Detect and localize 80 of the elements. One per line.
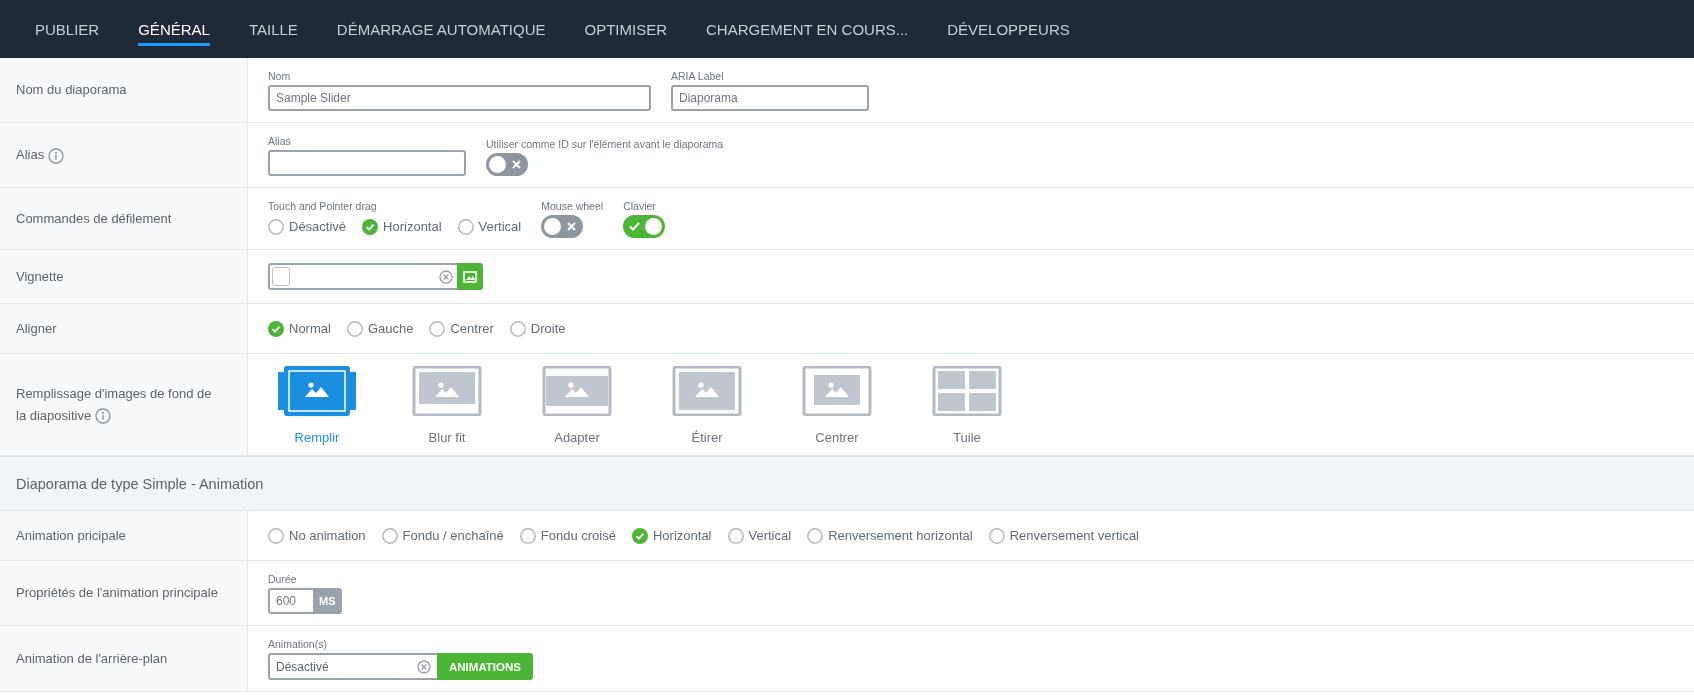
image-button[interactable] <box>457 263 483 290</box>
image-icon <box>463 270 477 283</box>
radio-circle-icon <box>457 218 474 235</box>
text-field[interactable] <box>268 150 466 176</box>
radio-option[interactable]: Horizontal <box>362 218 442 235</box>
radio-option[interactable]: Horizontal <box>631 527 712 544</box>
radio-circle-icon <box>807 527 824 544</box>
toggle-switch[interactable] <box>623 215 666 238</box>
toggle-switch[interactable] <box>486 153 528 176</box>
unit-label: MS <box>313 588 342 614</box>
toggle-label: Mouse wheel <box>541 200 604 212</box>
nav-tab[interactable]: PUBLIER <box>35 0 100 58</box>
x-icon <box>511 159 522 170</box>
fill-option[interactable]: Étirer <box>668 366 746 445</box>
radio-circle-icon <box>381 527 398 544</box>
toggle-switch[interactable] <box>541 215 584 238</box>
nav-tab[interactable]: DÉMARRAGE AUTOMATIQUE <box>336 0 546 58</box>
clear-icon[interactable] <box>417 659 431 674</box>
checked-radio-icon <box>631 527 648 544</box>
fill-option[interactable]: Centrer <box>798 366 876 445</box>
radio-option[interactable]: Fondu croisé <box>519 527 616 544</box>
check-icon <box>629 221 641 232</box>
clear-icon[interactable] <box>439 269 453 284</box>
field-label: Durée <box>268 573 298 585</box>
radio-option[interactable]: Centrer <box>429 320 494 337</box>
fill-option[interactable]: Tuile <box>928 366 1006 445</box>
row-label: Aligner <box>16 319 57 338</box>
group-label: Touch and Pointer drag <box>268 200 378 212</box>
radio-option[interactable]: Droite <box>509 320 566 337</box>
x-icon <box>566 221 578 232</box>
radio-circle-icon <box>429 320 446 337</box>
row-label: Animation de l'arrière-plan <box>16 649 168 668</box>
radio-option[interactable]: Normal <box>268 320 331 337</box>
radio-option[interactable]: No animation <box>268 527 366 544</box>
fill-option[interactable]: Adapter <box>538 366 616 445</box>
info-icon <box>95 408 112 425</box>
toggle-label: Clavier <box>623 200 657 212</box>
radio-option[interactable]: Gauche <box>346 320 414 337</box>
info-icon <box>48 147 65 164</box>
nav-tab[interactable]: DÉVELOPPEURS <box>947 0 1070 58</box>
checked-radio-icon <box>362 218 379 235</box>
fill-option[interactable]: Remplir <box>278 366 356 445</box>
image-field[interactable] <box>268 263 457 290</box>
field-label: Nom <box>268 70 292 82</box>
animation-field[interactable]: Désactivé <box>268 653 437 680</box>
nav-tab[interactable]: OPTIMISER <box>584 0 667 58</box>
row-label: Nom du diaporama <box>16 81 127 99</box>
field-label: Animation(s) <box>268 638 328 650</box>
checked-radio-icon <box>268 320 284 337</box>
image-icon <box>278 366 356 416</box>
radio-circle-icon <box>727 527 744 544</box>
row-label: Alias <box>16 144 65 166</box>
radio-option[interactable]: Renversement vertical <box>988 527 1139 544</box>
row-label: Propriétés de l'animation principale <box>16 584 218 602</box>
radio-circle-icon <box>268 218 284 235</box>
radio-circle-icon <box>988 527 1005 544</box>
row-label: Vignette <box>16 267 64 286</box>
fill-option[interactable]: Blur fit <box>408 366 486 445</box>
radio-option[interactable]: Vertical <box>727 527 792 544</box>
radio-option[interactable]: Désactivé <box>268 218 347 235</box>
field-label: Alias <box>268 135 292 147</box>
radio-option[interactable]: Vertical <box>457 218 522 235</box>
text-field[interactable]: Sample Slider <box>268 85 651 111</box>
field-label: ARIA Label <box>671 70 725 82</box>
text-field[interactable]: Diaporama <box>671 85 869 111</box>
radio-option[interactable]: Fondu / enchaîné <box>381 527 504 544</box>
radio-circle-icon <box>519 527 536 544</box>
radio-circle-icon <box>268 527 284 544</box>
row-label: Animation pricipale <box>16 526 126 545</box>
radio-circle-icon <box>346 320 363 337</box>
row-label: Commandes de défilement <box>16 209 172 228</box>
nav-tab[interactable]: TAILLE <box>248 0 298 58</box>
toggle-label: Utiliser comme ID sur l'élément avant le diaporama <box>486 138 724 150</box>
duration-field[interactable]: 600 <box>268 588 313 614</box>
radio-circle-icon <box>509 320 526 337</box>
section-header: Diaporama de type Simple - Animation <box>0 456 1694 511</box>
row-label: Remplissage d'images de fond de la diapositive <box>16 384 213 427</box>
radio-option[interactable]: Renversement horizontal <box>807 527 973 544</box>
nav-tab[interactable]: CHARGEMENT EN COURS... <box>706 0 909 58</box>
nav-tab[interactable]: GÉNÉRAL <box>138 0 210 58</box>
